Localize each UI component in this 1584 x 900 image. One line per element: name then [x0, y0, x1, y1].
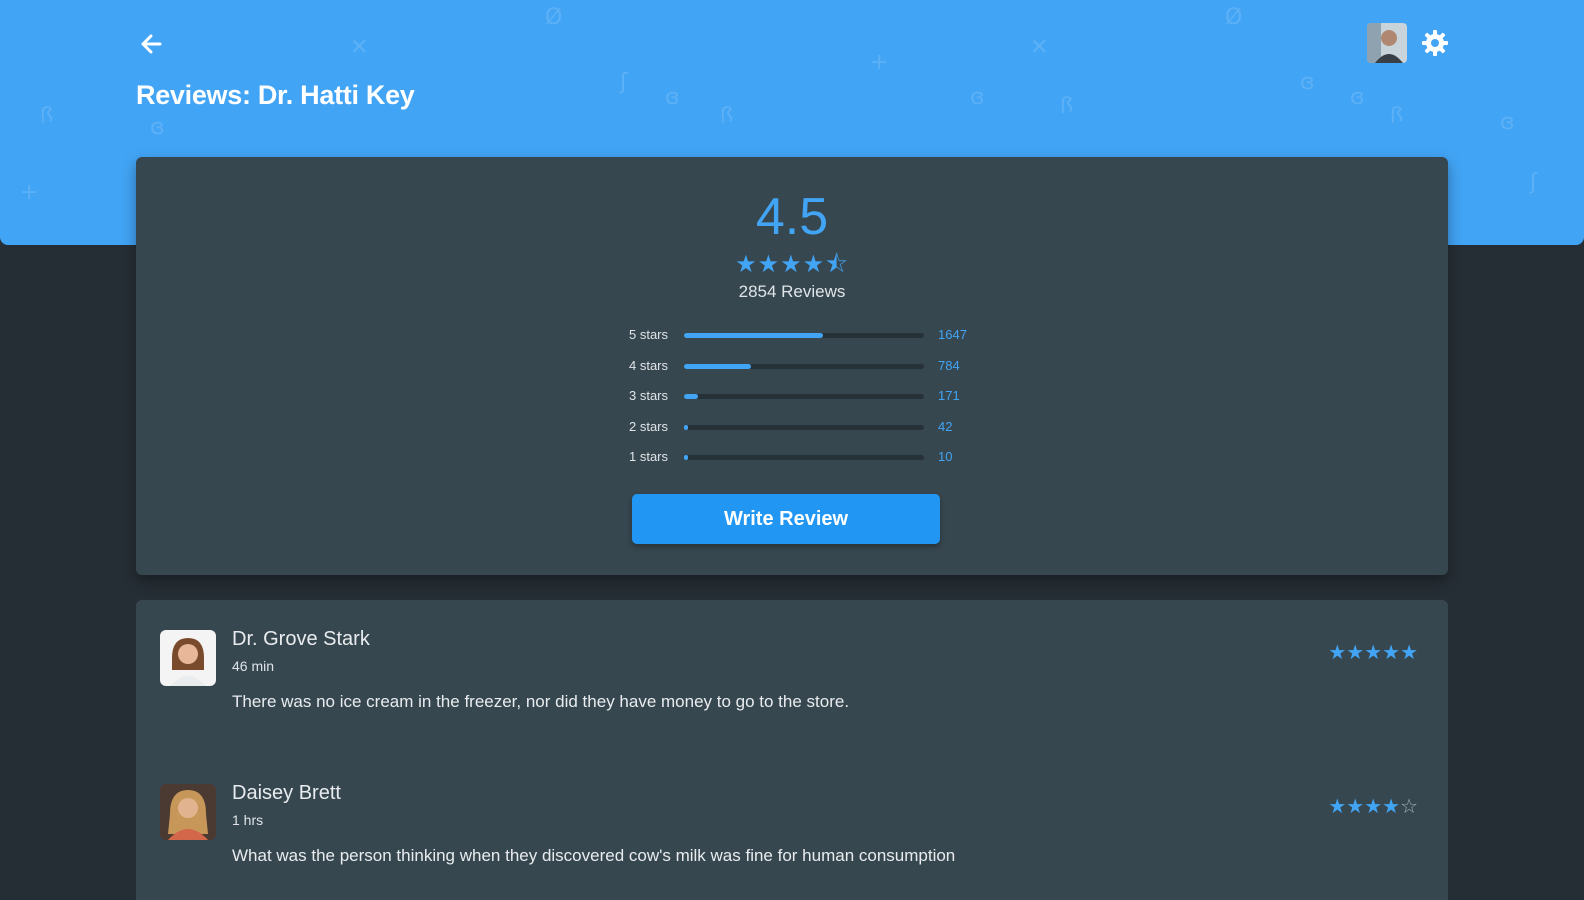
rating-summary-card: 4.5 ★★★★⯪ 2854 Reviews 5 stars 1647 4 st… [136, 157, 1448, 575]
rating-bar-track [684, 455, 924, 460]
review-text: There was no ice cream in the freezer, n… [232, 692, 850, 711]
page-title: Reviews: Dr. Hatti Key [136, 80, 415, 110]
rating-bar-fill [684, 364, 752, 369]
rating-bar-label: 1 stars [628, 449, 668, 464]
rating-bar-count: 10 [938, 449, 953, 464]
review-time: 46 min [232, 658, 275, 674]
settings-button[interactable] [1421, 29, 1449, 57]
rating-bar-5: 5 stars 1647 [606, 325, 986, 345]
reviewer-name: Daisey Brett [232, 782, 341, 804]
rating-bar-fill [684, 455, 688, 460]
reviewer-avatar[interactable] [160, 784, 216, 840]
back-button[interactable] [136, 30, 168, 58]
reviewer-avatar-image [160, 784, 216, 840]
rating-bar-track [684, 394, 924, 399]
user-avatar-image [1367, 23, 1407, 63]
rating-bar-count: 784 [938, 358, 960, 373]
user-avatar[interactable] [1367, 23, 1407, 63]
gear-icon [1422, 30, 1448, 56]
review-time: 1 hrs [232, 812, 264, 828]
review-item: Dr. Grove Stark 46 min There was no ice … [136, 600, 1448, 740]
rating-bar-track [684, 333, 924, 338]
write-review-button[interactable]: Write Review [632, 494, 940, 544]
rating-bar-1: 1 stars 10 [606, 447, 986, 467]
review-stars-filled: ★★★★★ [1328, 640, 1418, 664]
rating-bar-track [684, 425, 924, 430]
rating-bar-label: 4 stars [628, 358, 668, 373]
review-stars-empty: ☆ [1400, 794, 1418, 818]
rating-bar-count: 1647 [938, 327, 967, 342]
reviewer-avatar[interactable] [160, 630, 216, 686]
rating-bar-fill [684, 394, 699, 399]
rating-bar-fill [684, 333, 824, 338]
rating-bar-fill [684, 425, 688, 430]
reviewer-name: Dr. Grove Stark [232, 628, 370, 650]
rating-bar-label: 5 stars [628, 327, 668, 342]
rating-bar-2: 2 stars 42 [606, 417, 986, 437]
rating-bar-label: 2 stars [628, 419, 668, 434]
rating-bar-label: 3 stars [628, 388, 668, 403]
rating-bar-3: 3 stars 171 [606, 386, 986, 406]
review-rating: ★★★★☆ [1328, 794, 1418, 818]
rating-bar-4: 4 stars 784 [606, 356, 986, 376]
reviews-list: Dr. Grove Stark 46 min There was no ice … [136, 600, 1448, 900]
total-reviews-count: 2854 Reviews [738, 282, 846, 301]
arrow-left-icon [141, 34, 162, 54]
average-rating: 4.5 [755, 188, 829, 246]
review-item: Daisey Brett 1 hrs What was the person t… [136, 754, 1448, 894]
reviewer-avatar-image [160, 630, 216, 686]
review-rating: ★★★★★ [1328, 640, 1418, 664]
rating-bar-count: 171 [938, 388, 960, 403]
rating-bar-count: 42 [938, 419, 953, 434]
rating-bar-track [684, 364, 924, 369]
review-stars-filled: ★★★★ [1328, 794, 1401, 818]
review-text: What was the person thinking when they d… [232, 846, 956, 865]
